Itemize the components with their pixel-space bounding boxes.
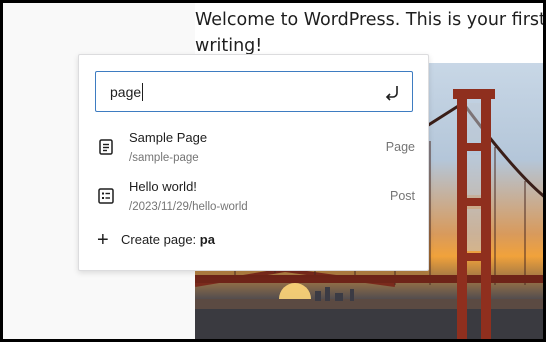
result-title: Sample Page [129, 130, 208, 145]
result-type: Post [389, 189, 415, 203]
result-type: Page [385, 140, 415, 154]
plus-icon: + [97, 229, 109, 251]
link-search-popover: Sample Page /sample-page Page Hello worl… [78, 54, 429, 271]
result-url: /2023/11/29/hello-world [129, 201, 248, 213]
enter-icon[interactable] [382, 82, 402, 102]
create-page-label: Create page: pa [121, 232, 215, 247]
post-icon [98, 188, 114, 204]
result-title: Hello world! [129, 179, 197, 194]
text-caret [142, 83, 143, 101]
create-term: pa [199, 232, 215, 247]
paragraph-line: Welcome to WordPress. This is your first… [195, 10, 543, 30]
link-search-box[interactable] [95, 71, 413, 112]
result-url: /sample-page [129, 152, 199, 164]
create-prefix: Create page: [121, 232, 200, 247]
post-paragraph[interactable]: Welcome to WordPress. This is your first… [195, 7, 543, 59]
search-result-item[interactable]: Hello world! /2023/11/29/hello-world Pos… [87, 177, 421, 223]
page-icon [99, 139, 113, 155]
editor-canvas: Welcome to WordPress. This is your first… [3, 3, 543, 339]
create-page-button[interactable]: + Create page: pa [95, 228, 295, 254]
search-result-item[interactable]: Sample Page /sample-page Page [87, 128, 421, 174]
link-search-input[interactable] [110, 81, 370, 103]
